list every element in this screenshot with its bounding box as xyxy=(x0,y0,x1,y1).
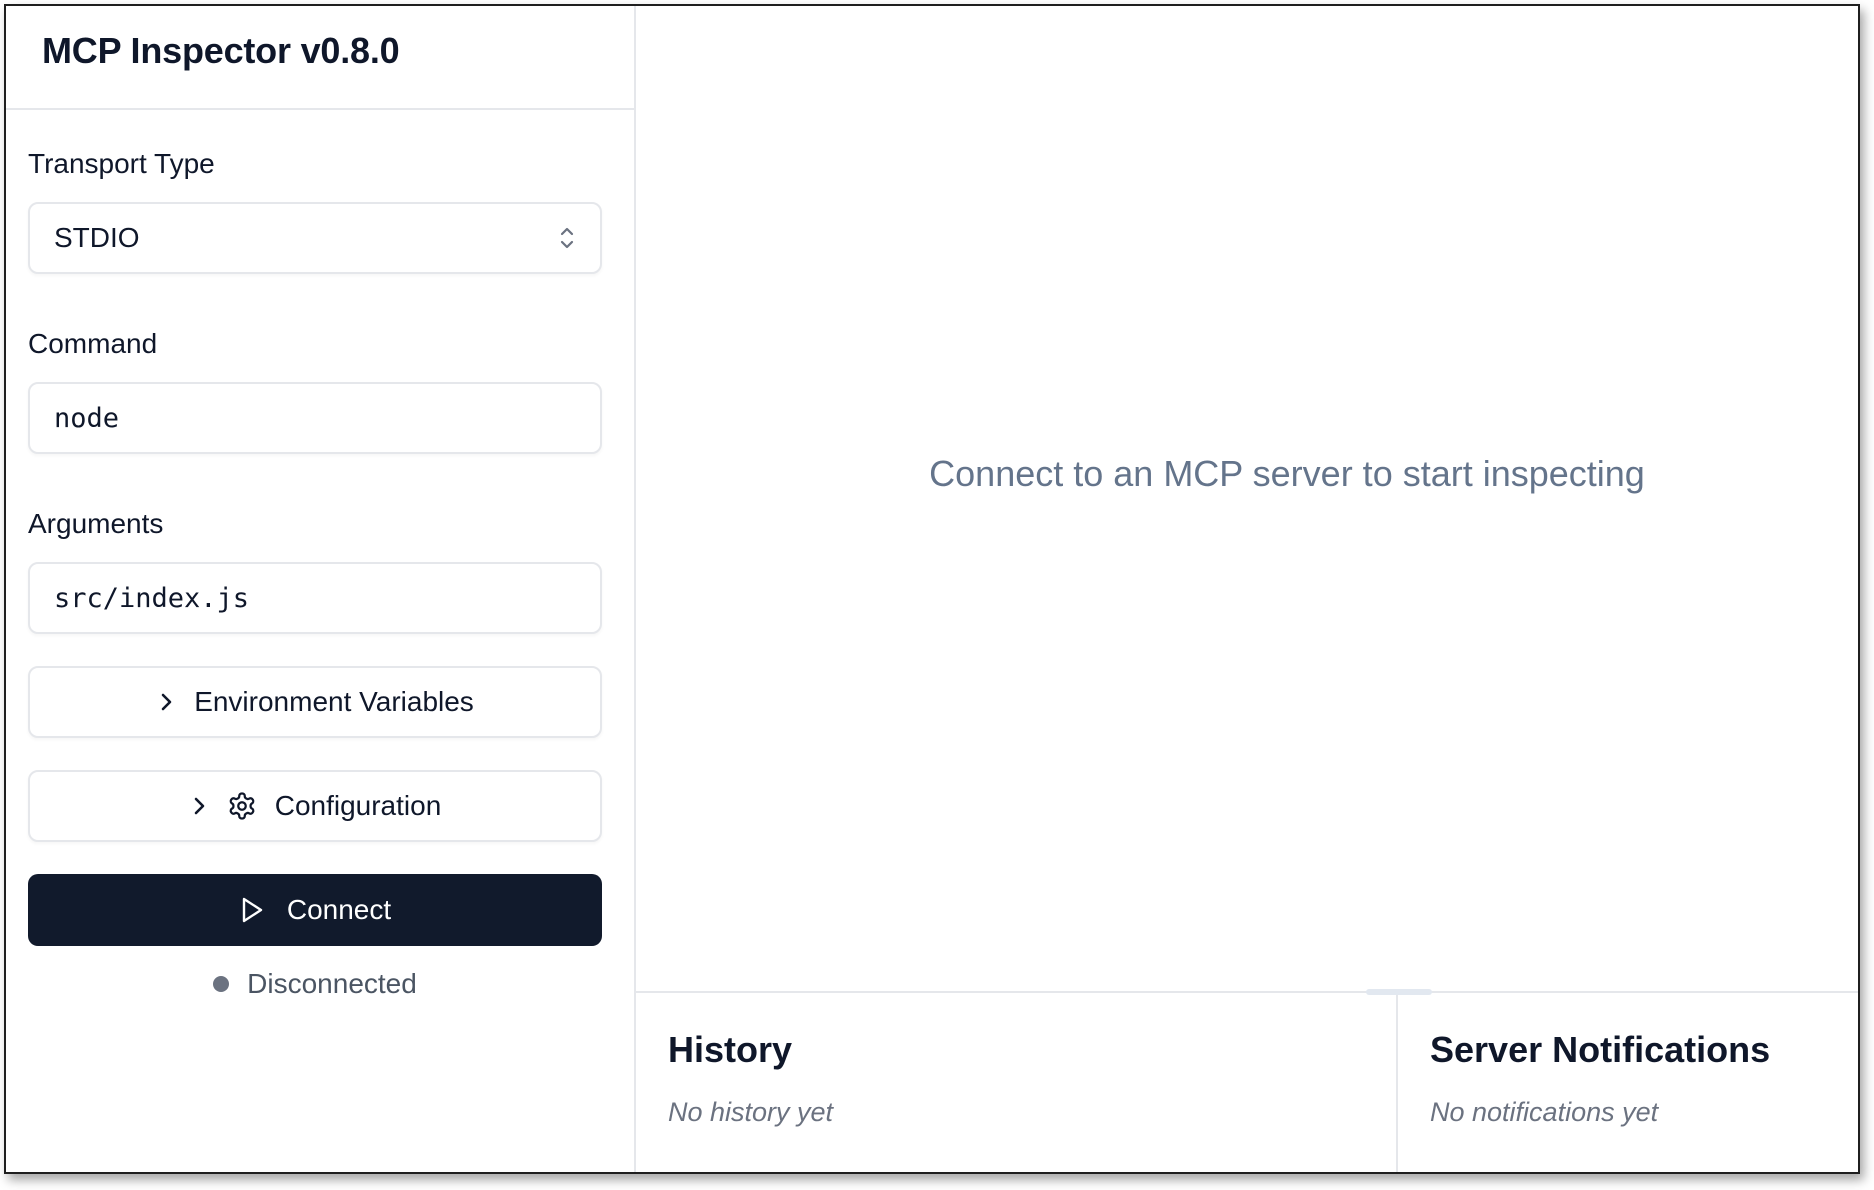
transport-type-label: Transport Type xyxy=(28,148,215,179)
connection-form: Transport Type STDIO Command Arguments E… xyxy=(6,110,634,1000)
arguments-label: Arguments xyxy=(28,508,164,539)
status-dot xyxy=(213,976,230,992)
configuration-label: Configuration xyxy=(274,790,442,821)
environment-variables-label: Environment Variables xyxy=(194,686,474,717)
transport-type-select[interactable]: STDIO xyxy=(28,202,602,274)
chevron-right-icon xyxy=(194,797,205,815)
connect-button[interactable]: Connect xyxy=(28,874,602,946)
app-title: MCP Inspector v0.8.0 xyxy=(42,30,400,71)
history-panel: History No history yet xyxy=(636,993,1398,1172)
history-title: History xyxy=(668,1029,793,1070)
transport-type-value: STDIO xyxy=(54,222,140,253)
command-input[interactable] xyxy=(28,382,602,454)
gear-icon xyxy=(229,792,255,820)
resize-handle[interactable] xyxy=(1366,989,1432,995)
notifications-empty-text: No notifications yet xyxy=(1430,1097,1659,1127)
history-empty-text: No history yet xyxy=(668,1097,834,1127)
server-notifications-panel: Server Notifications No notifications ye… xyxy=(1398,993,1858,1172)
sidebar-header: MCP Inspector v0.8.0 xyxy=(6,6,634,110)
play-icon xyxy=(242,897,263,923)
server-notifications-title: Server Notifications xyxy=(1430,1029,1771,1070)
empty-state-message: Connect to an MCP server to start inspec… xyxy=(929,452,1645,494)
connect-label: Connect xyxy=(286,894,392,925)
chevron-right-icon xyxy=(161,693,172,711)
inspector-content: Connect to an MCP server to start inspec… xyxy=(636,6,1858,995)
sidebar: MCP Inspector v0.8.0 Transport Type STDI… xyxy=(6,6,636,1172)
command-label: Command xyxy=(28,328,158,359)
app-window: MCP Inspector v0.8.0 Transport Type STDI… xyxy=(4,4,1860,1174)
status-text: Disconnected xyxy=(247,968,417,999)
arguments-input[interactable] xyxy=(28,562,602,634)
connection-status: Disconnected xyxy=(28,968,602,1000)
bottom-panels: History No history yet Server Notificati… xyxy=(636,993,1858,1172)
environment-variables-button[interactable]: Environment Variables xyxy=(28,666,602,738)
chevrons-up-down-icon xyxy=(560,227,574,249)
main-area: Connect to an MCP server to start inspec… xyxy=(636,6,1858,1172)
configuration-button[interactable]: Configuration xyxy=(28,770,602,842)
